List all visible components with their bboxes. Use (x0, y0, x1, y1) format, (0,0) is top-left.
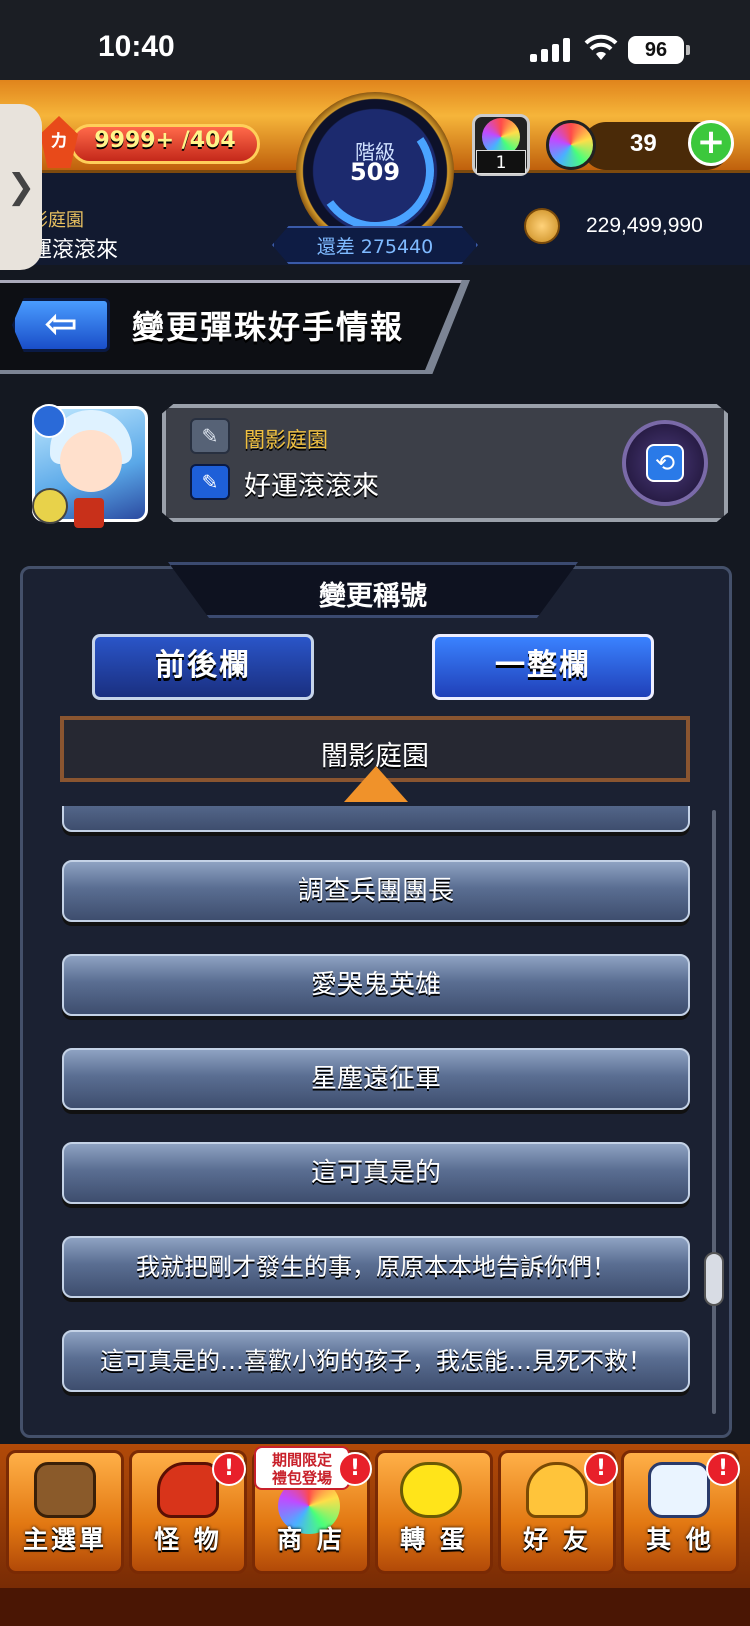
monster-icon (157, 1462, 219, 1518)
title-item[interactable]: 我就把剛才發生的事，原原本本地告訴你們！ (62, 1236, 690, 1298)
rank-remain-text: 還差 275440 (316, 236, 434, 258)
wifi-icon (584, 34, 618, 60)
rank-value: 509 (349, 158, 401, 186)
guild-title: 闇影庭園 (244, 428, 328, 452)
nav-label-main-menu: 主選單 (22, 1525, 107, 1554)
type-icon (74, 498, 104, 528)
stamina-value: 9999+ /404 (94, 128, 236, 153)
side-drawer-tab[interactable]: ❯ (0, 104, 42, 270)
swap-icon: ⟲ (646, 444, 684, 482)
cellular-signal-icon (530, 38, 570, 62)
panel-title: 變更稱號 (319, 581, 427, 612)
nav-label-friends: 好 友 (523, 1525, 591, 1554)
nav-label-shop: 商 店 (277, 1525, 345, 1554)
title-item[interactable]: 這可真是的…喜歡小狗的孩子，我怎能…見死不救！ (62, 1330, 690, 1392)
orb-stock-count: 1 (476, 150, 526, 174)
preview-pointer-icon (344, 766, 408, 802)
full-mode-button[interactable]: 一整欄 (432, 634, 654, 700)
other-alert-icon: ! (706, 1452, 740, 1486)
status-time: 10:40 (98, 30, 175, 63)
friends-alert-icon: ! (584, 1452, 618, 1486)
front-back-mode-button[interactable]: 前後欄 (92, 634, 314, 700)
add-orb-button[interactable]: + (688, 120, 734, 166)
orb-count: 39 (630, 130, 657, 157)
gacha-egg-icon (400, 1462, 462, 1518)
header-nickname: 運滾滾來 (30, 238, 119, 263)
title-item[interactable]: 愛哭鬼英雄 (62, 954, 690, 1016)
gold-coin-icon (524, 208, 560, 244)
title-item[interactable]: 星塵遠征軍 (62, 1048, 690, 1110)
title-list[interactable]: 調查兵團團長 愛哭鬼英雄 星塵遠征軍 這可真是的 我就把剛才發生的事，原原本本地… (56, 806, 694, 1426)
title-item-partial[interactable] (62, 806, 690, 832)
scroll-thumb[interactable] (704, 1252, 724, 1306)
title-list-scrollbar[interactable] (712, 810, 716, 1414)
edit-nickname-pen-icon[interactable]: ✎ (190, 464, 230, 500)
page-title: 變更彈珠好手情報 (132, 308, 405, 346)
nickname: 好運滾滾來 (244, 471, 379, 502)
nav-label-other: 其 他 (646, 1525, 714, 1554)
nav-bottom-strip (0, 1588, 750, 1626)
title-item[interactable]: 調查兵團團長 (62, 860, 690, 922)
avatar-face (60, 430, 122, 492)
monsters-alert-icon: ! (212, 1452, 246, 1486)
friends-icon (526, 1462, 588, 1518)
orb-icon (546, 120, 596, 170)
title-item[interactable]: 這可真是的 (62, 1142, 690, 1204)
gate-icon (34, 1462, 96, 1518)
back-button[interactable]: ⇦ (12, 298, 110, 352)
water-element-icon (32, 404, 66, 438)
nav-label-gacha: 轉 蛋 (400, 1525, 468, 1554)
limited-pack-badge: 期間限定 禮包登場 (254, 1446, 350, 1490)
light-element-icon (32, 488, 68, 524)
question-icon (648, 1462, 710, 1518)
edit-guild-title-pen-icon[interactable]: ✎ (190, 418, 230, 454)
gold-amount: 229,499,990 (586, 214, 703, 237)
battery-icon: 96 (628, 36, 690, 64)
nav-label-monsters: 怪 物 (154, 1525, 222, 1554)
shop-alert-icon: ! (338, 1452, 372, 1486)
